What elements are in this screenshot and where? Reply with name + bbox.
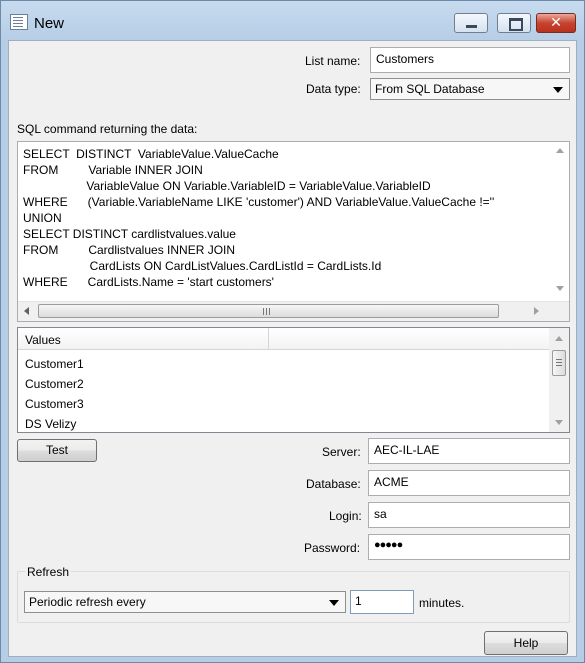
chevron-down-icon xyxy=(553,87,563,93)
refresh-interval-input[interactable]: 1 xyxy=(350,590,414,614)
grip-icon xyxy=(263,308,272,315)
scroll-up-icon[interactable] xyxy=(556,148,564,153)
column-divider[interactable] xyxy=(268,328,269,349)
values-vertical-scrollbar[interactable] xyxy=(549,328,569,432)
sql-vertical-scrollbar[interactable] xyxy=(552,142,569,302)
minutes-label: minutes. xyxy=(419,596,465,610)
values-list[interactable]: Values Customer1 Customer2 Customer3 DS … xyxy=(17,327,570,433)
maximize-button[interactable] xyxy=(497,13,531,33)
scroll-down-icon[interactable] xyxy=(556,286,564,291)
minimize-button[interactable] xyxy=(454,13,488,33)
dialog-window: New ✕ List name: Customers Data type: Fr… xyxy=(0,0,585,663)
values-list-header: Values xyxy=(18,328,549,350)
sql-command-text[interactable]: SELECT DISTINCT VariableValue.ValueCache… xyxy=(23,146,543,299)
list-item[interactable]: Customer3 xyxy=(25,397,84,411)
list-name-label: List name: xyxy=(305,54,361,68)
list-name-input[interactable]: Customers xyxy=(370,47,570,73)
list-item[interactable]: Customer2 xyxy=(25,377,84,391)
database-input[interactable]: ACME xyxy=(368,470,570,496)
vertical-scroll-thumb[interactable] xyxy=(552,350,566,376)
password-label: Password: xyxy=(304,541,361,555)
window-title: New xyxy=(34,15,65,32)
values-column-header[interactable]: Values xyxy=(25,333,61,347)
sql-label: SQL command returning the data: xyxy=(17,122,198,136)
test-button[interactable]: Test xyxy=(17,439,97,462)
login-input[interactable]: sa xyxy=(368,502,570,528)
minimize-icon xyxy=(466,25,477,28)
data-type-value: From SQL Database xyxy=(375,82,485,96)
app-list-icon xyxy=(10,14,28,30)
help-button[interactable]: Help xyxy=(484,631,568,655)
dialog-content: List name: Customers Data type: From SQL… xyxy=(8,40,577,657)
scroll-down-icon[interactable] xyxy=(555,420,563,425)
server-input[interactable]: AEC-IL-LAE xyxy=(368,438,570,464)
password-input[interactable]: ●●●●● xyxy=(368,534,570,560)
server-label: Server: xyxy=(322,445,361,459)
refresh-mode-select[interactable]: Periodic refresh every xyxy=(24,591,346,613)
sql-command-editor[interactable]: SELECT DISTINCT VariableValue.ValueCache… xyxy=(17,141,570,322)
data-type-select[interactable]: From SQL Database xyxy=(370,78,570,100)
close-icon: ✕ xyxy=(550,15,562,31)
refresh-mode-value: Periodic refresh every xyxy=(29,595,146,609)
refresh-group-label: Refresh xyxy=(25,565,72,579)
scroll-up-icon[interactable] xyxy=(555,336,563,341)
chevron-down-icon xyxy=(329,600,339,606)
data-type-label: Data type: xyxy=(306,82,361,96)
title-bar[interactable]: New ✕ xyxy=(1,1,584,39)
list-item[interactable]: DS Velizy xyxy=(25,417,76,431)
database-label: Database: xyxy=(306,477,361,491)
horizontal-scroll-thumb[interactable] xyxy=(38,304,499,318)
scroll-left-icon[interactable] xyxy=(24,307,29,315)
close-button[interactable]: ✕ xyxy=(536,13,576,33)
list-item[interactable]: Customer1 xyxy=(25,357,84,371)
scroll-right-icon[interactable] xyxy=(534,307,539,315)
grip-icon xyxy=(556,359,562,366)
login-label: Login: xyxy=(329,509,362,523)
maximize-icon xyxy=(509,18,523,31)
sql-horizontal-scrollbar[interactable] xyxy=(18,301,569,321)
